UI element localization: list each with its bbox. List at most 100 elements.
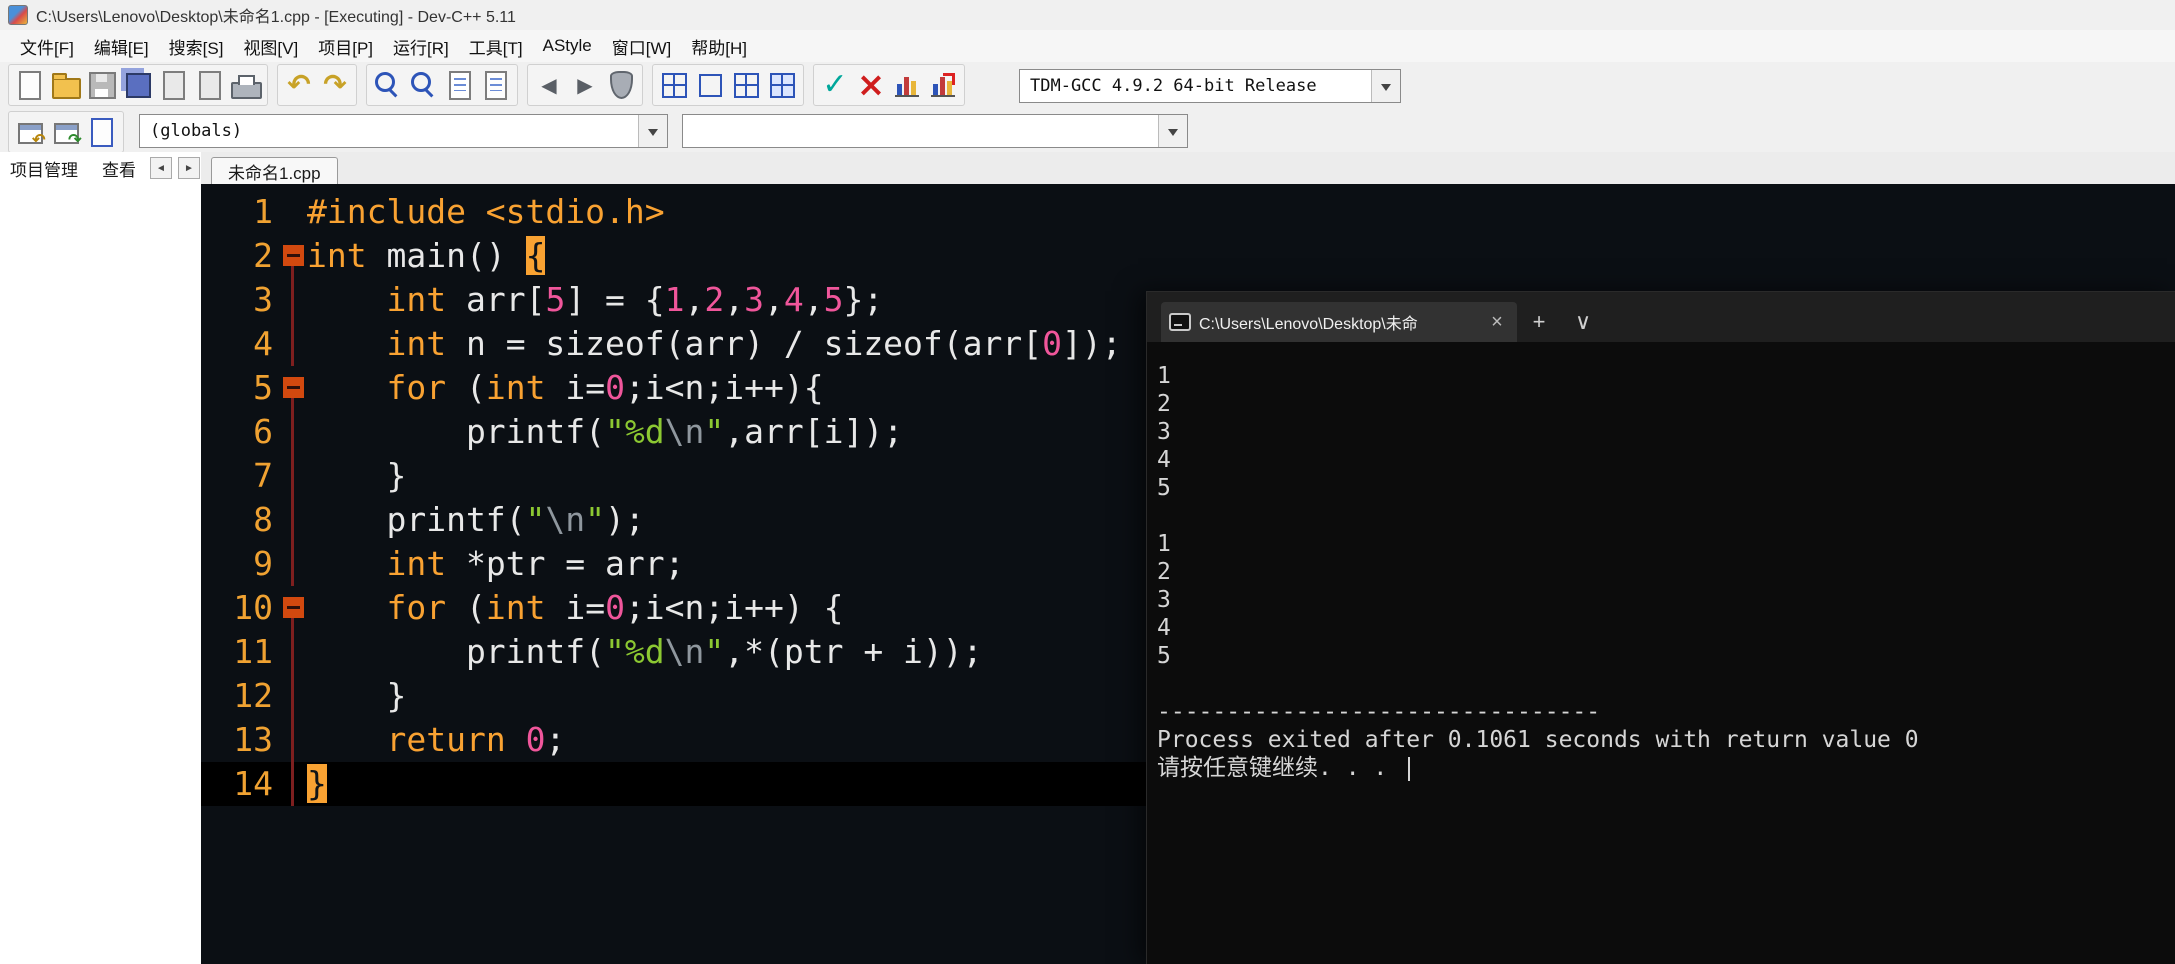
console-line: 请按任意键继续. . .: [1157, 754, 2175, 782]
find-button[interactable]: [370, 67, 406, 103]
goto-declaration-button[interactable]: [12, 114, 48, 150]
profile-button[interactable]: [889, 67, 925, 103]
project-panel[interactable]: [0, 184, 202, 964]
console-line: 5: [1157, 643, 1171, 669]
compiler-select[interactable]: TDM-GCC 4.9.2 64-bit Release: [1019, 69, 1401, 103]
abort-debug-button[interactable]: [603, 67, 639, 103]
menu-item-4[interactable]: 项目[P]: [308, 29, 383, 64]
fold-margin[interactable]: [283, 674, 307, 718]
syntax-check-button[interactable]: ✓: [817, 67, 853, 103]
menu-item-3[interactable]: 视图[V]: [233, 29, 308, 64]
save-button[interactable]: [84, 67, 120, 103]
code-token: 2: [704, 280, 725, 319]
open-file-icon: [51, 73, 81, 99]
terminal-tab[interactable]: C:\Users\Lenovo\Desktop\未命 ×: [1161, 302, 1517, 342]
menu-item-6[interactable]: 工具[T]: [459, 29, 533, 64]
fold-margin[interactable]: [283, 190, 307, 234]
close-file-button[interactable]: [156, 67, 192, 103]
terminal-output[interactable]: 1 2 3 4 5 1 2 3 4 5 ------------------------------…: [1147, 342, 2175, 964]
menu-item-9[interactable]: 帮助[H]: [681, 29, 757, 64]
console-line: 1: [1157, 531, 1171, 557]
print-button[interactable]: [228, 67, 264, 103]
fold-margin[interactable]: [283, 762, 307, 806]
fold-margin[interactable]: [283, 410, 307, 454]
close-all-button[interactable]: [192, 67, 228, 103]
back-button[interactable]: ◀: [531, 67, 567, 103]
devcpp-logo-icon: [8, 5, 28, 25]
fold-collapse-icon[interactable]: [283, 597, 304, 618]
goto-line-button[interactable]: [478, 67, 514, 103]
tab-project-manager[interactable]: 项目管理: [10, 156, 78, 181]
menu-item-8[interactable]: 窗口[W]: [602, 29, 682, 64]
fold-margin[interactable]: [283, 366, 307, 410]
undo-button[interactable]: ↶: [281, 67, 317, 103]
fold-margin[interactable]: [283, 586, 307, 630]
fold-margin[interactable]: [283, 234, 307, 278]
panel-next-button[interactable]: ►: [178, 157, 200, 179]
menu-item-7[interactable]: AStyle: [533, 31, 602, 61]
compile-run-button[interactable]: [728, 67, 764, 103]
code-text: for (int i=0;i<n;i++) {: [307, 586, 843, 630]
console-line: Process exited after 0.1061 seconds with…: [1157, 727, 1919, 753]
replace-button[interactable]: [442, 67, 478, 103]
line-number: 2: [253, 236, 273, 275]
terminal-window[interactable]: C:\Users\Lenovo\Desktop\未命 × + ∨ 1234512…: [1146, 291, 2175, 964]
fold-collapse-icon[interactable]: [283, 245, 304, 266]
line-number: 9: [253, 544, 273, 583]
console-line: 1: [1157, 363, 1171, 389]
new-tab-button[interactable]: +: [1517, 302, 1561, 342]
open-file-button[interactable]: [48, 67, 84, 103]
new-file-button[interactable]: [12, 67, 48, 103]
menu-item-1[interactable]: 编辑[E]: [84, 29, 159, 64]
fold-margin[interactable]: [283, 498, 307, 542]
fold-margin[interactable]: [283, 454, 307, 498]
code-token: *ptr = arr;: [446, 544, 685, 583]
forward-button[interactable]: ▶: [567, 67, 603, 103]
abort-compile-button[interactable]: ×: [853, 67, 889, 103]
console-line: 4: [1157, 615, 1171, 641]
browser-toolbar: (globals): [0, 108, 2175, 153]
find-next-button[interactable]: [406, 67, 442, 103]
goto-definition-button[interactable]: [48, 114, 84, 150]
line-number: 7: [253, 456, 273, 495]
menu-item-2[interactable]: 搜索[S]: [159, 29, 234, 64]
arrow-left-icon: ◄: [156, 162, 166, 174]
cmd-icon: [1169, 313, 1191, 331]
code-text: int *ptr = arr;: [307, 542, 685, 586]
code-token: ": [704, 632, 725, 671]
run-button[interactable]: [692, 67, 728, 103]
rebuild-button[interactable]: [764, 67, 800, 103]
redo-icon: ↷: [323, 68, 347, 101]
line-number: 13: [233, 720, 273, 759]
profile-delete-button[interactable]: [925, 67, 961, 103]
panel-prev-button[interactable]: ◄: [150, 157, 172, 179]
code-token: 0: [525, 720, 546, 759]
fold-collapse-icon[interactable]: [283, 377, 304, 398]
fold-margin[interactable]: [283, 322, 307, 366]
fold-margin[interactable]: [283, 278, 307, 322]
members-select[interactable]: [682, 114, 1188, 148]
tab-view[interactable]: 查看: [102, 156, 136, 181]
file-tab-label: 未命名1.cpp: [228, 164, 321, 183]
globals-select[interactable]: (globals): [139, 114, 668, 148]
fold-margin[interactable]: [283, 630, 307, 674]
fold-margin[interactable]: [283, 542, 307, 586]
insert-unit-button[interactable]: [84, 114, 120, 150]
redo-button[interactable]: ↷: [317, 67, 353, 103]
tab-close-icon[interactable]: ×: [1485, 312, 1509, 332]
code-token: 0: [1042, 324, 1062, 363]
save-all-button[interactable]: [120, 67, 156, 103]
menu-item-5[interactable]: 运行[R]: [383, 29, 459, 64]
tab-dropdown-button[interactable]: ∨: [1561, 302, 1605, 342]
arrow-right-icon: ►: [184, 162, 194, 174]
code-token: return: [386, 720, 506, 759]
titlebar[interactable]: C:\Users\Lenovo\Desktop\未命名1.cpp - [Exec…: [0, 0, 2175, 31]
file-tab[interactable]: 未命名1.cpp: [211, 157, 338, 185]
compiler-select-value: TDM-GCC 4.9.2 64-bit Release: [1030, 76, 1317, 96]
compile-button[interactable]: [656, 67, 692, 103]
fold-margin[interactable]: [283, 718, 307, 762]
menu-item-0[interactable]: 文件[F]: [10, 29, 84, 64]
